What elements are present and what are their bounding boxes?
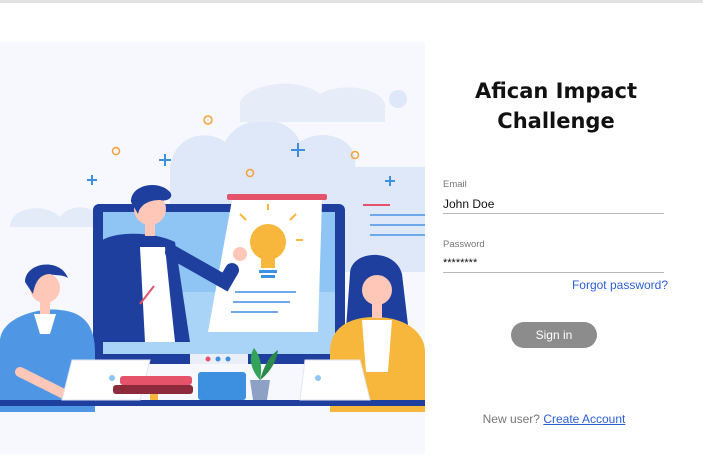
team-presentation-illustration <box>0 42 425 454</box>
app-title-line1: Afican Impact <box>474 79 638 103</box>
password-label: Password <box>443 239 485 250</box>
app-title: Afican Impact Challenge <box>425 76 687 136</box>
login-panel: Afican Impact Challenge Email Password F… <box>425 42 703 454</box>
password-field[interactable] <box>443 254 664 273</box>
top-divider <box>0 0 703 3</box>
create-account-link[interactable]: Create Account <box>543 412 625 426</box>
email-field[interactable] <box>443 195 664 214</box>
forgot-password-link[interactable]: Forgot password? <box>572 278 668 292</box>
sign-in-button[interactable]: Sign in <box>511 322 597 348</box>
email-label: Email <box>443 179 467 190</box>
new-user-prompt: New user? <box>482 412 540 426</box>
new-user-row: New user? Create Account <box>425 412 683 426</box>
app-title-line2: Challenge <box>497 109 615 133</box>
